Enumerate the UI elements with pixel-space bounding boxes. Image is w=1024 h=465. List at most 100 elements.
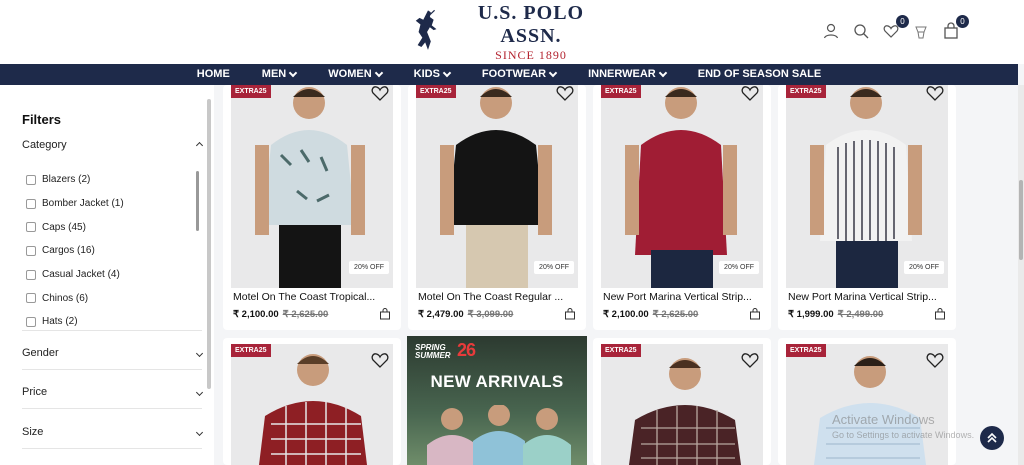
banner-season: SPRING SUMMER	[415, 344, 451, 360]
category-option-label: Bomber Jacket (1)	[42, 198, 124, 210]
model-photo	[810, 87, 922, 288]
heart-icon[interactable]	[371, 352, 389, 368]
model-photo	[440, 87, 552, 288]
search-icon[interactable]	[852, 22, 870, 40]
chevron-down-icon	[374, 68, 383, 78]
category-section-toggle[interactable]: Category	[22, 139, 204, 151]
divider	[22, 330, 202, 331]
brand-logo[interactable]: U.S. POLO ASSN. SINCE 1890	[412, 1, 612, 62]
brand-name: U.S. POLO ASSN.	[477, 1, 585, 47]
nav-footwear[interactable]: FOOTWEAR	[466, 64, 572, 85]
heart-icon[interactable]	[371, 85, 389, 101]
promo-tag: EXTRA25	[601, 85, 641, 98]
checkbox[interactable]	[26, 222, 36, 233]
user-icon[interactable]	[822, 22, 840, 40]
cart-icon[interactable]: 0	[942, 15, 969, 40]
add-to-bag-icon[interactable]	[934, 308, 946, 320]
heart-icon[interactable]	[556, 85, 574, 101]
add-to-bag-icon[interactable]	[749, 308, 761, 320]
product-image[interactable]: EXTRA25	[786, 344, 948, 465]
checkbox[interactable]	[26, 269, 36, 280]
heart-icon[interactable]	[741, 85, 759, 101]
model-photo	[259, 354, 367, 465]
category-option[interactable]: Cargos (16)	[26, 239, 194, 263]
nav-label: WOMEN	[328, 68, 372, 80]
checkbox[interactable]	[26, 245, 36, 256]
checkbox[interactable]	[26, 316, 36, 327]
gift-icon[interactable]	[912, 22, 930, 40]
product-card[interactable]: EXTRA25 20% OFF Motel On The Coast Tropi…	[223, 85, 401, 330]
new-arrivals-banner[interactable]: SPRING SUMMER 26 NEW ARRIVALS	[407, 336, 587, 465]
product-card[interactable]: EXTRA25 20% OFF New Port Marina Vertical…	[593, 85, 771, 330]
model-photo	[255, 87, 365, 288]
product-image[interactable]: EXTRA25 20% OFF	[416, 85, 578, 288]
discount-badge: 20% OFF	[534, 261, 574, 274]
product-mrp: ₹ 2,625.00	[652, 309, 699, 320]
category-option[interactable]: Casual Jacket (4)	[26, 263, 194, 287]
heart-icon[interactable]	[926, 352, 944, 368]
wishlist-icon[interactable]: 0	[882, 15, 909, 40]
product-image[interactable]: EXTRA25	[601, 344, 763, 465]
banner-models-photo	[427, 405, 571, 465]
product-image[interactable]: EXTRA25 20% OFF	[786, 85, 948, 288]
gender-section-toggle[interactable]: Gender	[22, 347, 204, 359]
discount-badge: 20% OFF	[904, 261, 944, 274]
category-option[interactable]: Bomber Jacket (1)	[26, 192, 194, 216]
product-card[interactable]: EXTRA25 20% OFF Motel On The Coast Regul…	[408, 85, 586, 330]
banner-headline: NEW ARRIVALS	[430, 372, 564, 391]
product-mrp: ₹ 2,499.00	[837, 309, 884, 320]
activate-windows-watermark: Activate Windows	[832, 412, 935, 427]
promo-tag: EXTRA25	[786, 344, 826, 357]
product-image[interactable]: EXTRA25 20% OFF	[231, 85, 393, 288]
divider	[22, 448, 202, 449]
discount-badge: 20% OFF	[719, 261, 759, 274]
product-name[interactable]: New Port Marina Vertical Strip...	[603, 291, 759, 303]
nav-men[interactable]: MEN	[246, 64, 312, 85]
price-section-toggle[interactable]: Price	[22, 386, 204, 398]
divider	[22, 369, 202, 370]
heart-icon[interactable]	[926, 85, 944, 101]
product-name[interactable]: Motel On The Coast Tropical...	[233, 291, 389, 303]
nav-label: END OF SEASON SALE	[697, 68, 822, 80]
banner-year: 26	[457, 340, 476, 360]
product-image[interactable]: EXTRA25 20% OFF	[601, 85, 763, 288]
product-card[interactable]: EXTRA25	[223, 338, 401, 465]
category-option[interactable]: Caps (45)	[26, 215, 194, 239]
nav-home[interactable]: HOME	[181, 64, 246, 85]
nav-women[interactable]: WOMEN	[312, 64, 397, 85]
product-name[interactable]: Motel On The Coast Regular ...	[418, 291, 574, 303]
nav-end-of-season-sale[interactable]: END OF SEASON SALE	[682, 64, 837, 85]
chevron-up-icon	[195, 141, 204, 149]
sidebar-scrollbar[interactable]	[207, 99, 211, 389]
heart-icon[interactable]	[741, 352, 759, 368]
size-section-toggle[interactable]: Size	[22, 426, 204, 438]
page-scrollbar[interactable]	[1018, 85, 1024, 465]
product-name[interactable]: New Port Marina Vertical Strip...	[788, 291, 944, 303]
category-option-label: Caps (45)	[42, 221, 86, 233]
checkbox[interactable]	[26, 198, 36, 209]
category-scrollbar[interactable]	[195, 163, 200, 331]
category-scroll-thumb[interactable]	[196, 171, 199, 231]
nav-label: KIDS	[413, 68, 440, 80]
category-option[interactable]: Blazers (2)	[26, 168, 194, 192]
page-scroll-thumb[interactable]	[1019, 180, 1023, 260]
category-option-label: Blazers (2)	[42, 174, 91, 186]
nav-kids[interactable]: KIDS	[398, 64, 466, 85]
nav-innerwear[interactable]: INNERWEAR	[572, 64, 682, 85]
gender-label: Gender	[22, 347, 59, 359]
checkbox[interactable]	[26, 293, 36, 304]
product-card[interactable]: EXTRA25 20% OFF New Port Marina Vertical…	[778, 85, 956, 330]
model-photo	[629, 358, 741, 465]
add-to-bag-icon[interactable]	[379, 308, 391, 320]
checkbox[interactable]	[26, 174, 36, 185]
product-card[interactable]: EXTRA25	[593, 338, 771, 465]
promo-tag: EXTRA25	[231, 344, 271, 357]
add-to-bag-icon[interactable]	[564, 308, 576, 320]
product-image[interactable]: EXTRA25	[231, 344, 393, 465]
nav-label: FOOTWEAR	[481, 68, 547, 80]
category-option[interactable]: Chinos (6)	[26, 286, 194, 310]
model-photo	[814, 356, 926, 465]
product-card[interactable]: EXTRA25	[778, 338, 956, 465]
back-to-top-button[interactable]	[980, 426, 1004, 450]
site-header: U.S. POLO ASSN. SINCE 1890 0 0	[0, 0, 1024, 64]
